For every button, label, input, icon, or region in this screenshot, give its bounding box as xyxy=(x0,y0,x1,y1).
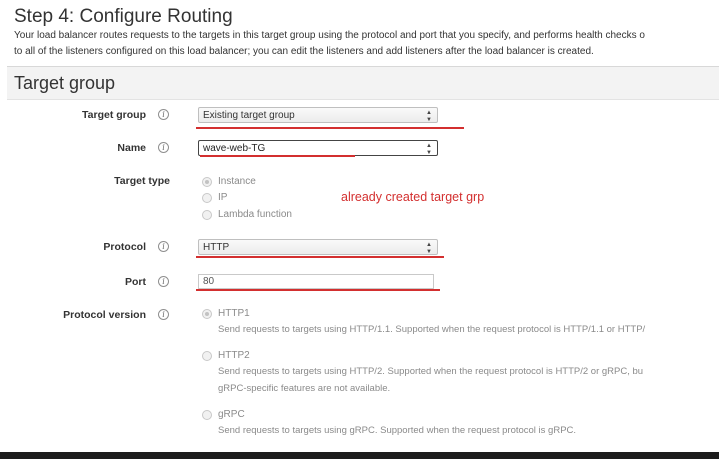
target-group-select[interactable]: Existing target group ▲ ▼ xyxy=(198,107,438,123)
name-value: wave-web-TG xyxy=(203,143,266,154)
annotation-underline xyxy=(196,289,440,291)
protocol-version-description: Send requests to targets using HTTP/2. S… xyxy=(218,366,644,377)
info-icon[interactable]: i xyxy=(158,276,169,287)
configure-routing-panel: Step 4: Configure Routing Your load bala… xyxy=(0,0,719,452)
target-type-lambda-radio[interactable] xyxy=(202,210,212,220)
protocol-version-option: HTTP2 xyxy=(218,350,250,361)
annotation-underline xyxy=(196,256,444,258)
protocol-version-description: Send requests to targets using gRPC. Sup… xyxy=(218,425,577,436)
target-type-option: Lambda function xyxy=(218,209,292,220)
intro-text-line-2: to all of the listeners configured on th… xyxy=(14,46,594,57)
name-select[interactable]: wave-web-TG ▲ ▼ xyxy=(198,140,438,156)
intro-text-line-1: Your load balancer routes requests to th… xyxy=(14,30,645,41)
section-title: Target group xyxy=(14,73,116,93)
name-label: Name xyxy=(117,142,146,154)
protocol-version-description: gRPC-specific features are not available… xyxy=(218,383,391,394)
info-icon[interactable]: i xyxy=(158,142,169,153)
target-type-ip-radio[interactable] xyxy=(202,193,212,203)
info-icon[interactable]: i xyxy=(158,309,169,320)
annotation-text: already created target grp xyxy=(341,190,485,204)
protocol-select[interactable]: HTTP ▲ ▼ xyxy=(198,239,438,255)
protocol-label: Protocol xyxy=(103,241,146,253)
protocol-version-http1-radio[interactable] xyxy=(202,309,212,319)
protocol-version-option: HTTP1 xyxy=(218,308,250,319)
info-icon[interactable]: i xyxy=(158,241,169,252)
target-type-option: Instance xyxy=(218,176,256,187)
protocol-version-option: gRPC xyxy=(218,409,245,420)
annotation-underline xyxy=(196,127,464,129)
target-type-label: Target type xyxy=(114,175,170,187)
protocol-value: HTTP xyxy=(203,242,230,253)
protocol-version-grpc-radio[interactable] xyxy=(202,410,212,420)
protocol-version-label: Protocol version xyxy=(63,309,146,321)
port-input[interactable]: 80 xyxy=(198,274,434,289)
target-type-instance-radio[interactable] xyxy=(202,177,212,187)
port-label: Port xyxy=(125,276,146,288)
target-group-label: Target group xyxy=(82,109,146,121)
target-group-value: Existing target group xyxy=(203,110,295,121)
protocol-version-description: Send requests to targets using HTTP/1.1.… xyxy=(218,324,646,335)
annotation-underline xyxy=(200,155,355,157)
step-title: Step 4: Configure Routing xyxy=(14,6,233,27)
target-type-option: IP xyxy=(218,192,228,203)
protocol-version-http2-radio[interactable] xyxy=(202,351,212,361)
info-icon[interactable]: i xyxy=(158,109,169,120)
